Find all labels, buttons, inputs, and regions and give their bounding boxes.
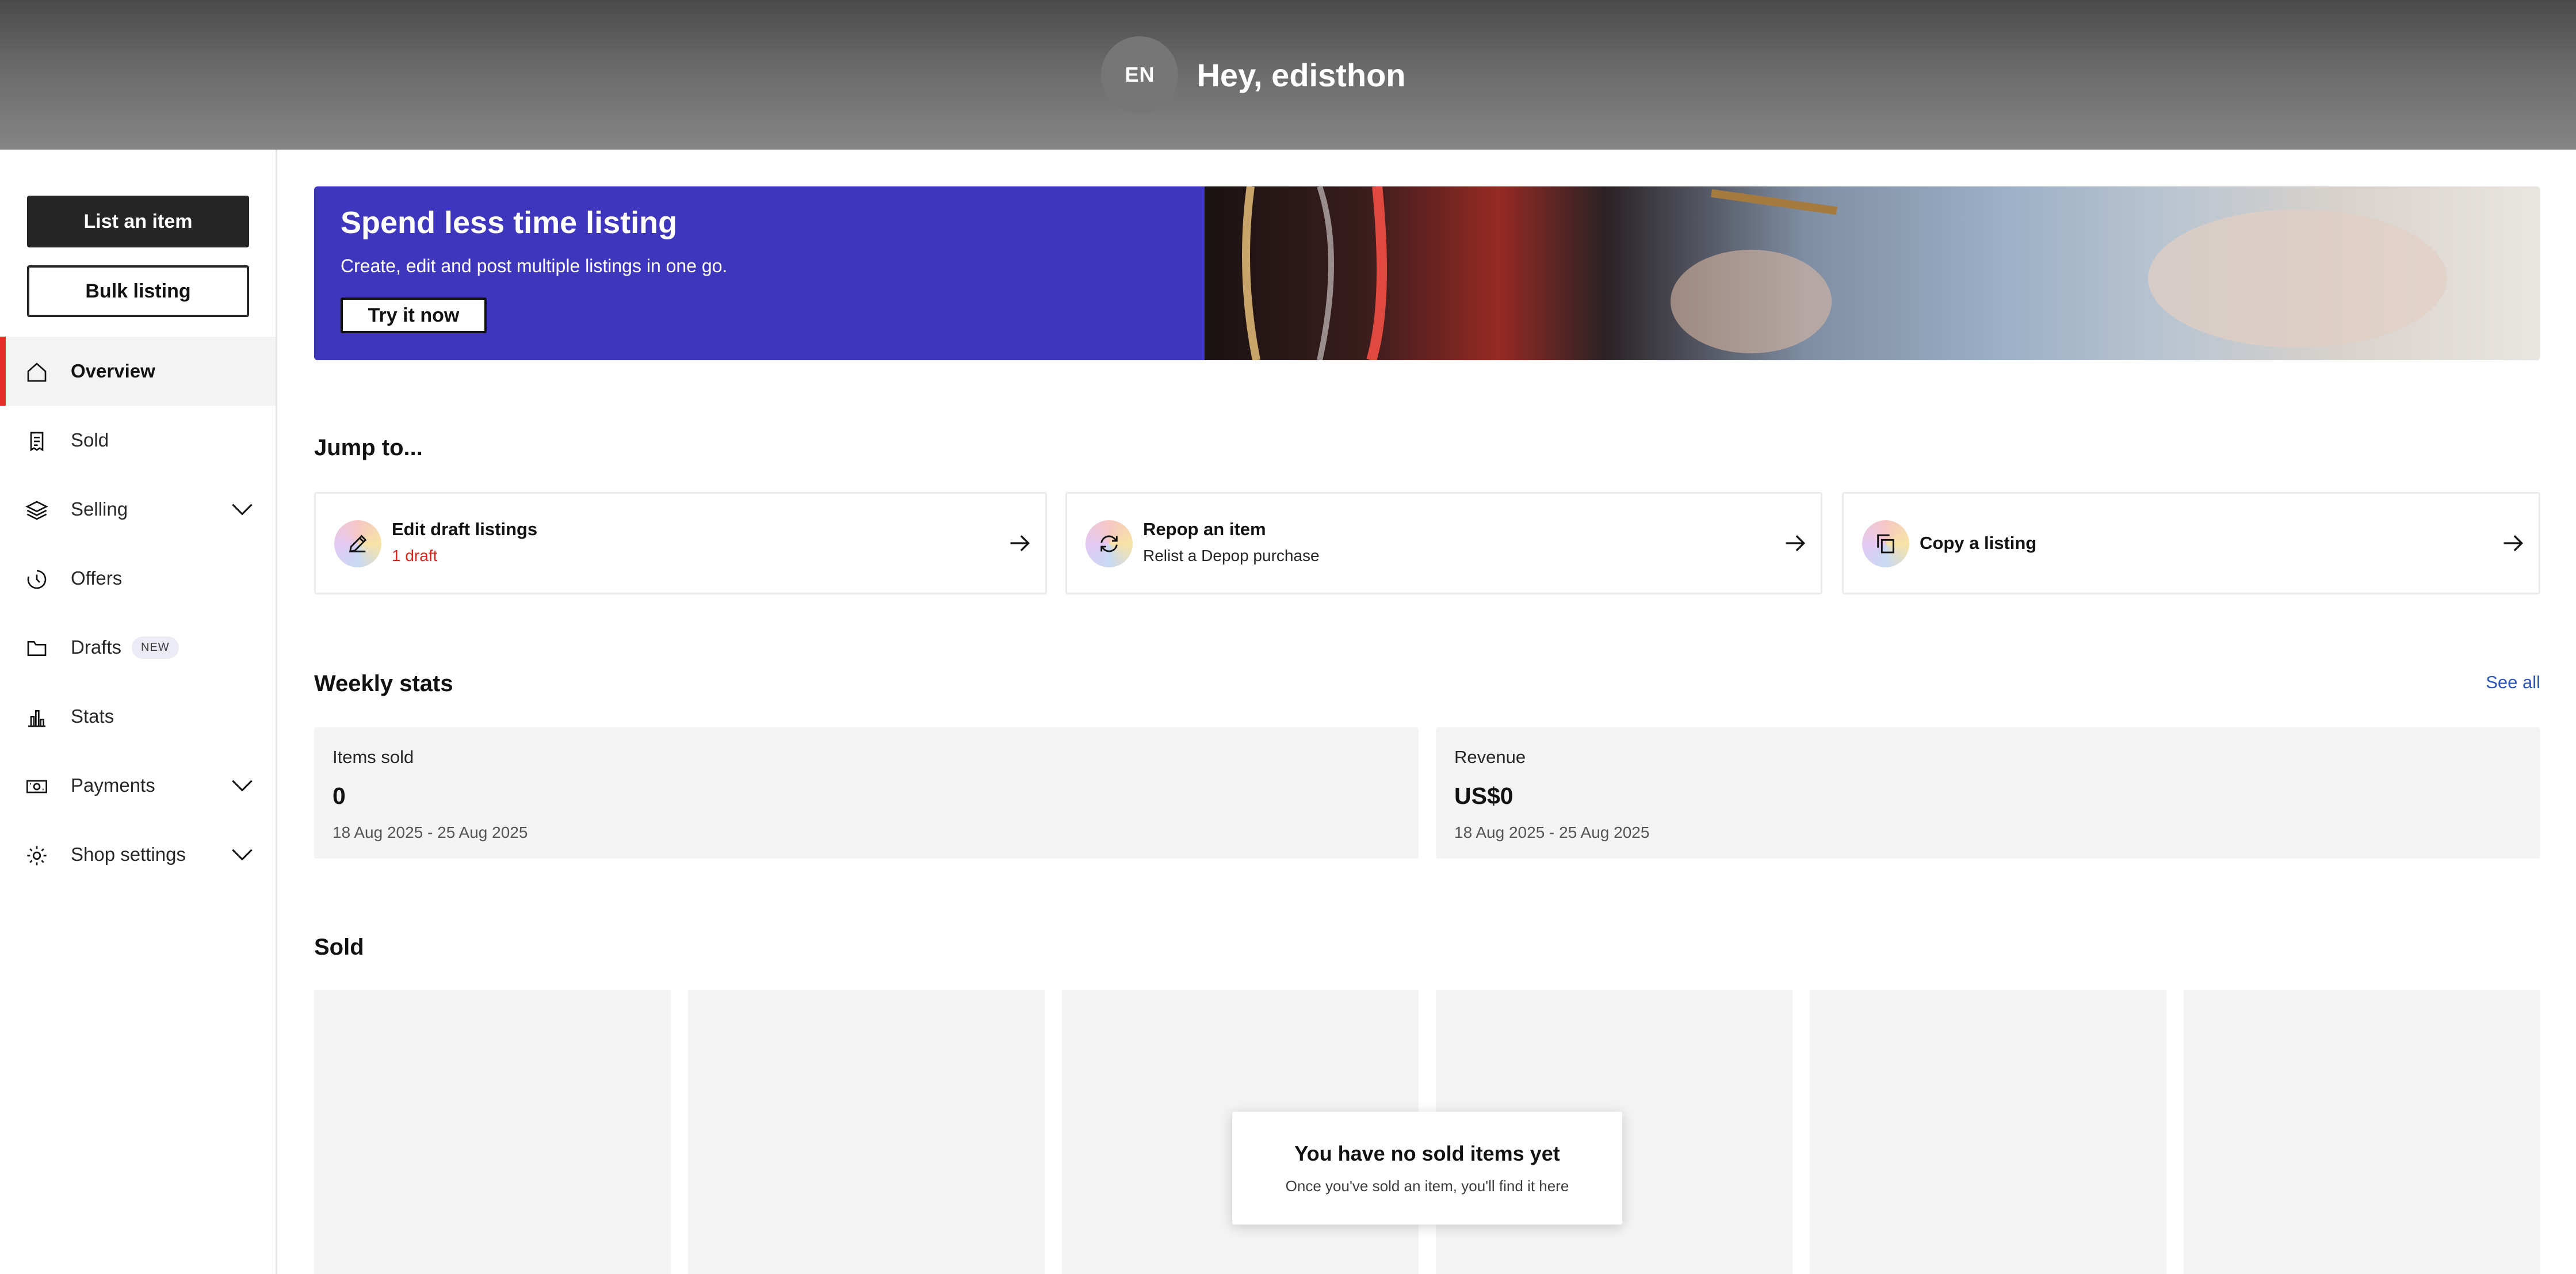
sold-placeholder-tile — [1810, 990, 2166, 1274]
empty-subtitle: Once you've sold an item, you'll find it… — [1285, 1177, 1569, 1195]
banner-subtitle: Create, edit and post multiple listings … — [341, 255, 728, 276]
empty-sold-message: You have no sold items yet Once you've s… — [1232, 1112, 1622, 1225]
empty-title: You have no sold items yet — [1294, 1142, 1560, 1165]
list-an-item-button[interactable]: List an item — [27, 196, 249, 247]
bulk-listing-button[interactable]: Bulk listing — [27, 265, 249, 317]
offers-icon — [25, 568, 48, 591]
copy-icon — [1862, 520, 1909, 567]
weekly-stats-title: Weekly stats — [314, 671, 453, 696]
layers-icon — [25, 499, 48, 522]
card-subtitle: Relist a Depop purchase — [1143, 547, 1320, 564]
stat-date-range: 18 Aug 2025 - 25 Aug 2025 — [332, 823, 528, 841]
sidebar-item-stats[interactable]: Stats — [0, 682, 276, 751]
stat-value: 0 — [332, 783, 346, 809]
sold-placeholder-tile — [2184, 990, 2540, 1274]
sidebar-item-label: Drafts — [71, 636, 122, 658]
sidebar: List an item Bulk listing Overview Sold … — [0, 150, 277, 1274]
sold-title: Sold — [314, 934, 364, 960]
pencil-icon — [334, 520, 381, 567]
sidebar-item-shop-settings[interactable]: Shop settings — [0, 820, 276, 889]
gear-icon — [25, 844, 48, 867]
cash-icon — [25, 775, 48, 798]
stat-date-range: 18 Aug 2025 - 25 Aug 2025 — [1454, 823, 1650, 841]
arrow-right-icon — [1007, 531, 1033, 556]
card-title: Copy a listing — [1920, 533, 2037, 553]
sidebar-item-label: Stats — [71, 705, 114, 727]
sidebar-item-drafts[interactable]: Drafts NEW — [0, 613, 276, 682]
sidebar-item-label: Sold — [71, 429, 109, 451]
sidebar-item-label: Offers — [71, 567, 123, 589]
sidebar-item-sold[interactable]: Sold — [0, 406, 276, 475]
see-all-link[interactable]: See all — [2486, 672, 2540, 693]
sold-placeholder-tile — [688, 990, 1045, 1274]
sold-placeholder-tile — [314, 990, 671, 1274]
chevron-down-icon[interactable] — [231, 500, 254, 518]
revenue-card: Revenue US$0 18 Aug 2025 - 25 Aug 2025 — [1436, 727, 2540, 859]
stat-label: Items sold — [332, 747, 414, 767]
greeting-title: Hey, edisthon — [1197, 56, 1406, 93]
sidebar-nav: Overview Sold Selling Offers Drafts NEW … — [0, 337, 276, 889]
sidebar-item-label: Payments — [71, 775, 155, 796]
copy-a-listing-card[interactable]: Copy a listing — [1842, 492, 2540, 594]
banner-image — [1205, 186, 2540, 360]
stat-value: US$0 — [1454, 783, 1514, 809]
stat-label: Revenue — [1454, 747, 1526, 767]
chevron-down-icon[interactable] — [231, 845, 254, 864]
sidebar-item-label: Shop settings — [71, 844, 186, 865]
sidebar-item-payments[interactable]: Payments — [0, 751, 276, 820]
arrow-right-icon — [2501, 531, 2526, 556]
repop-an-item-card[interactable]: Repop an item Relist a Depop purchase — [1065, 492, 1822, 594]
new-badge: NEW — [132, 636, 179, 659]
sidebar-item-label: Selling — [71, 498, 128, 520]
refresh-icon — [1086, 520, 1133, 567]
jump-to-title: Jump to... — [314, 435, 423, 460]
sidebar-item-label: Overview — [71, 360, 155, 382]
avatar[interactable]: EN — [1101, 36, 1179, 113]
try-it-now-button[interactable]: Try it now — [341, 297, 487, 333]
card-title: Edit draft listings — [392, 519, 538, 539]
sidebar-item-overview[interactable]: Overview — [0, 337, 276, 406]
sidebar-item-offers[interactable]: Offers — [0, 544, 276, 613]
arrow-right-icon — [1783, 531, 1808, 556]
page-header: EN Hey, edisthon — [0, 0, 2576, 150]
home-icon — [25, 361, 48, 384]
card-title: Repop an item — [1143, 519, 1266, 539]
receipt-icon — [25, 430, 48, 453]
jump-to-cards: Edit draft listings 1 draft Repop an ite… — [314, 492, 2540, 594]
edit-draft-listings-card[interactable]: Edit draft listings 1 draft — [314, 492, 1047, 594]
folder-icon — [25, 637, 48, 660]
chevron-down-icon[interactable] — [231, 776, 254, 795]
card-subtitle: 1 draft — [392, 547, 438, 564]
sidebar-item-selling[interactable]: Selling — [0, 475, 276, 544]
promo-banner: Spend less time listing Create, edit and… — [314, 186, 2540, 360]
items-sold-card: Items sold 0 18 Aug 2025 - 25 Aug 2025 — [314, 727, 1419, 859]
banner-title: Spend less time listing — [341, 205, 678, 240]
bar-chart-icon — [25, 706, 48, 729]
banner-text-panel: Spend less time listing Create, edit and… — [314, 186, 1205, 360]
